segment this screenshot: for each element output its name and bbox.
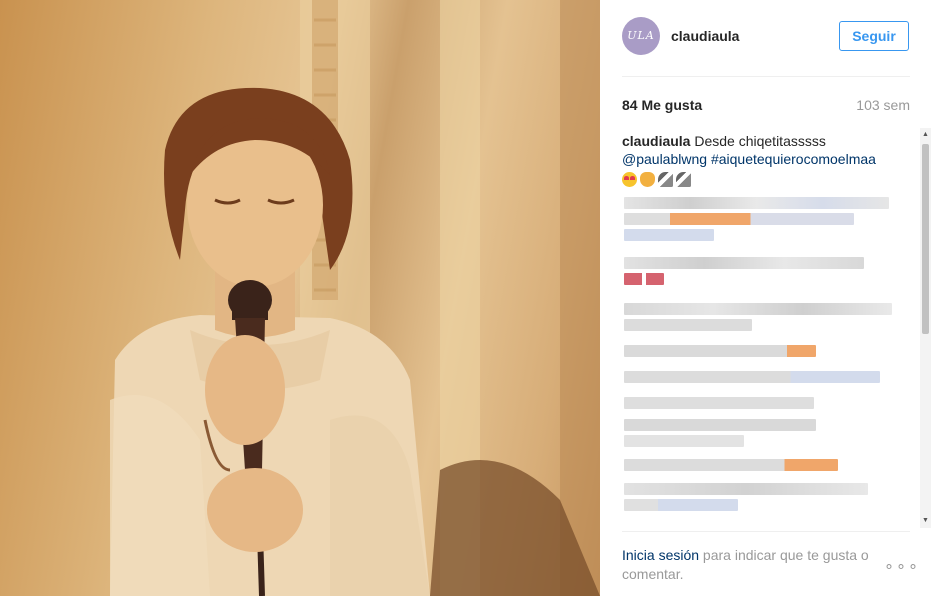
blurred-comment	[624, 257, 864, 269]
blurred-comment	[624, 483, 868, 495]
caption-username[interactable]: claudiaula	[622, 133, 690, 149]
microphone-icon	[676, 171, 691, 187]
caption-emojis	[622, 169, 918, 189]
follow-button[interactable]: Seguir	[839, 21, 909, 51]
blurred-comment	[624, 273, 664, 285]
post-header: ULA claudiaula Seguir	[600, 0, 934, 76]
login-prompt: Inicia sesión para indicar que te gusta …	[622, 546, 882, 584]
more-options-icon[interactable]: ∘∘∘	[884, 556, 920, 576]
blurred-comments	[622, 189, 918, 519]
hashtag-link[interactable]: #aiquetequierocomoelmaa	[711, 151, 876, 167]
photo-illustration	[110, 0, 600, 596]
caption-tags: @paulablwng #aiquetequierocomoelmaa	[622, 150, 918, 168]
post-photo[interactable]	[0, 0, 600, 596]
caption-text: Desde chiqetitasssss	[694, 133, 826, 149]
comments-scrollbar[interactable]: ▲ ▼	[920, 128, 931, 528]
heart-eyes-face-icon	[622, 171, 637, 187]
blurred-comment	[624, 397, 814, 409]
blurred-comment	[624, 229, 714, 241]
mention-link[interactable]: @paulablwng	[622, 151, 707, 167]
login-link[interactable]: Inicia sesión	[622, 547, 699, 563]
blurred-comment	[624, 499, 738, 511]
header-divider	[622, 76, 910, 77]
scroll-down-arrow-icon[interactable]: ▼	[920, 516, 931, 526]
blurred-comment	[624, 213, 854, 225]
microphone-icon	[658, 171, 673, 187]
comments-list: claudiaula Desde chiqetitasssss @paulabl…	[622, 132, 918, 528]
caption: claudiaula Desde chiqetitasssss	[622, 132, 918, 150]
blurred-comment	[624, 371, 880, 383]
post-age[interactable]: 103 sem	[856, 97, 910, 113]
blurred-comment	[624, 435, 744, 447]
blurred-comment	[624, 319, 752, 331]
blurred-comment	[624, 419, 816, 431]
blurred-comment	[624, 197, 889, 209]
scrollbar-thumb[interactable]	[922, 144, 929, 334]
scroll-up-arrow-icon[interactable]: ▲	[920, 130, 931, 140]
post-side-panel: ULA claudiaula Seguir 84 Me gusta 103 se…	[600, 0, 934, 596]
blurred-comment	[624, 459, 838, 471]
avatar[interactable]: ULA	[622, 17, 660, 55]
clapping-hands-icon	[640, 171, 655, 187]
blurred-comment	[624, 303, 892, 315]
blurred-comment	[624, 345, 816, 357]
likes-count[interactable]: 84 Me gusta	[622, 97, 702, 113]
footer-divider	[622, 531, 910, 532]
post-username[interactable]: claudiaula	[671, 28, 739, 44]
